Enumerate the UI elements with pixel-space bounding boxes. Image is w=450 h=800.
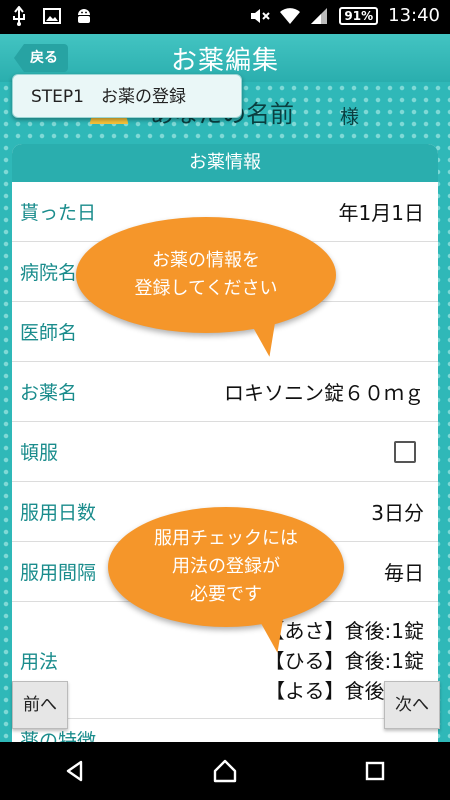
signal-icon	[309, 6, 329, 26]
app-screen: 戻る お薬編集 あなたの名前 様 STEP1 お薬の登録 お薬情報 貰った日 年…	[0, 34, 450, 742]
row-value: 毎日	[384, 561, 424, 585]
mute-icon	[249, 6, 271, 26]
row-label: 病院名	[20, 262, 78, 284]
row-features[interactable]: 薬の特徴	[12, 719, 438, 743]
row-value: 年1月1日	[338, 201, 424, 225]
status-time: 13:40	[388, 5, 440, 26]
prev-button[interactable]: 前へ	[12, 681, 68, 729]
step-banner: STEP1 お薬の登録	[12, 74, 242, 118]
battery-level: 91	[344, 8, 362, 23]
usb-icon	[10, 5, 30, 26]
battery-icon: 91%	[339, 6, 379, 25]
user-suffix: 様	[340, 106, 360, 128]
recents-nav-icon[interactable]	[355, 751, 395, 791]
row-label: 服用日数	[20, 502, 97, 524]
next-button[interactable]: 次へ	[384, 681, 440, 729]
status-left	[10, 5, 94, 26]
image-icon	[42, 6, 62, 26]
page-title: お薬編集	[170, 46, 279, 76]
status-bar: 91% 13:40	[0, 0, 450, 34]
balloon-tail	[248, 314, 284, 360]
row-label: 貰った日	[20, 202, 97, 224]
row-as-needed[interactable]: 頓服	[12, 422, 438, 482]
android-icon	[74, 6, 94, 26]
row-value: 3日分	[371, 501, 424, 525]
row-label: お薬名	[20, 382, 78, 404]
row-label: 服用間隔	[20, 562, 97, 584]
tutorial-balloon-check: 服用チェックには 用法の登録が 必要です	[108, 507, 344, 656]
balloon-tail	[256, 610, 292, 656]
row-label: 用法	[20, 650, 59, 673]
status-right: 91% 13:40	[249, 5, 440, 26]
back-nav-icon[interactable]	[55, 751, 95, 791]
card-header: お薬情報	[12, 144, 438, 182]
system-nav-bar	[0, 742, 450, 800]
balloon-text: お薬の情報を 登録してください	[134, 250, 278, 299]
wifi-icon	[279, 6, 301, 26]
balloon-text: 服用チェックには 用法の登録が 必要です	[154, 528, 298, 605]
row-medicine-name[interactable]: お薬名 ロキソニン錠６０ｍｇ	[12, 362, 438, 422]
row-value: ロキソニン錠６０ｍｇ	[224, 381, 424, 405]
as-needed-checkbox[interactable]	[394, 440, 416, 463]
row-label: 頓服	[20, 442, 59, 464]
home-nav-icon[interactable]	[205, 751, 245, 791]
tutorial-balloon-register: お薬の情報を 登録してください	[76, 217, 336, 360]
row-label: 医師名	[20, 322, 78, 344]
